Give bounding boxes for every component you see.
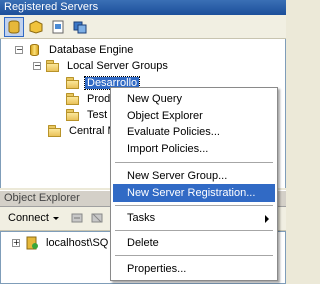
tree-node-local-server-groups[interactable]: − Local Server Groups [33, 58, 170, 74]
database-icon [27, 43, 43, 57]
collapse-icon[interactable]: − [15, 46, 23, 54]
registered-servers-title-bar: Registered Servers [0, 0, 286, 15]
database-engine-icon-glyph [8, 20, 20, 34]
tree-node-database-engine[interactable]: − Database Engine [15, 42, 135, 58]
submenu-arrow-icon [265, 215, 269, 223]
menu-item-new-server-registration[interactable]: New Server Registration... [113, 184, 275, 202]
menu-separator [115, 162, 273, 163]
menu-separator [115, 230, 273, 231]
reporting-services-icon-glyph [52, 20, 64, 34]
menu-item-import-policies[interactable]: Import Policies... [113, 140, 275, 158]
folder-icon [65, 108, 81, 122]
connect-object-icon-glyph [71, 213, 83, 223]
integration-services-icon-glyph [73, 21, 87, 34]
menu-item-properties[interactable]: Properties... [113, 260, 275, 278]
menu-item-new-server-group[interactable]: New Server Group... [113, 167, 275, 185]
folder-icon [65, 76, 81, 90]
menu-item-delete[interactable]: Delete [113, 234, 275, 252]
server-icon [26, 236, 38, 250]
analysis-services-icon[interactable] [26, 17, 46, 37]
database-engine-icon[interactable] [4, 17, 24, 37]
context-menu: New Query Object Explorer Evaluate Polic… [110, 87, 278, 281]
integration-services-icon[interactable] [70, 17, 90, 37]
disconnect-icon[interactable] [90, 211, 104, 228]
analysis-services-icon-glyph [29, 20, 43, 34]
tree-node-central-management[interactable]: Central M [47, 123, 119, 139]
connect-object-icon[interactable] [70, 211, 84, 228]
menu-item-tasks[interactable]: Tasks [113, 209, 275, 227]
reporting-services-icon[interactable] [48, 17, 68, 37]
object-explorer-title: Object Explorer [4, 192, 80, 204]
tree-node-localhost[interactable]: + localhost\SQ [12, 235, 110, 251]
tree-node-test[interactable]: Test [65, 107, 109, 123]
registered-servers-toolbar [0, 15, 286, 39]
collapse-icon[interactable]: − [33, 62, 41, 70]
disconnect-icon-glyph [91, 213, 103, 223]
folder-icon [45, 59, 61, 73]
menu-item-evaluate-policies[interactable]: Evaluate Policies... [113, 123, 275, 141]
connect-button[interactable]: Connect [8, 212, 59, 224]
registered-servers-title: Registered Servers [4, 1, 99, 13]
folder-icon [65, 92, 81, 106]
tree-node-prod[interactable]: Prod [65, 91, 112, 107]
expand-icon[interactable]: + [12, 239, 20, 247]
menu-separator [115, 205, 273, 206]
chevron-down-icon [52, 216, 59, 220]
menu-item-new-query[interactable]: New Query [113, 90, 275, 108]
menu-separator [115, 255, 273, 256]
central-management-icon [47, 124, 63, 138]
